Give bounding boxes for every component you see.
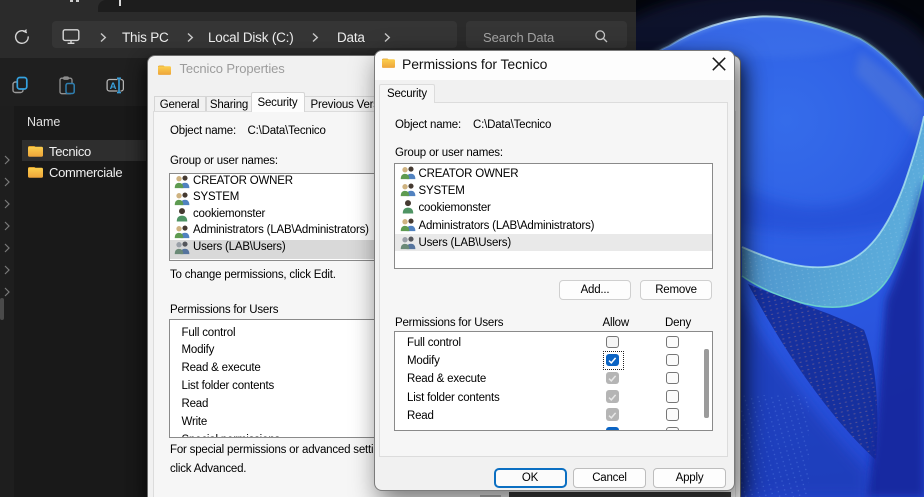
svg-text:A: A	[110, 81, 117, 92]
